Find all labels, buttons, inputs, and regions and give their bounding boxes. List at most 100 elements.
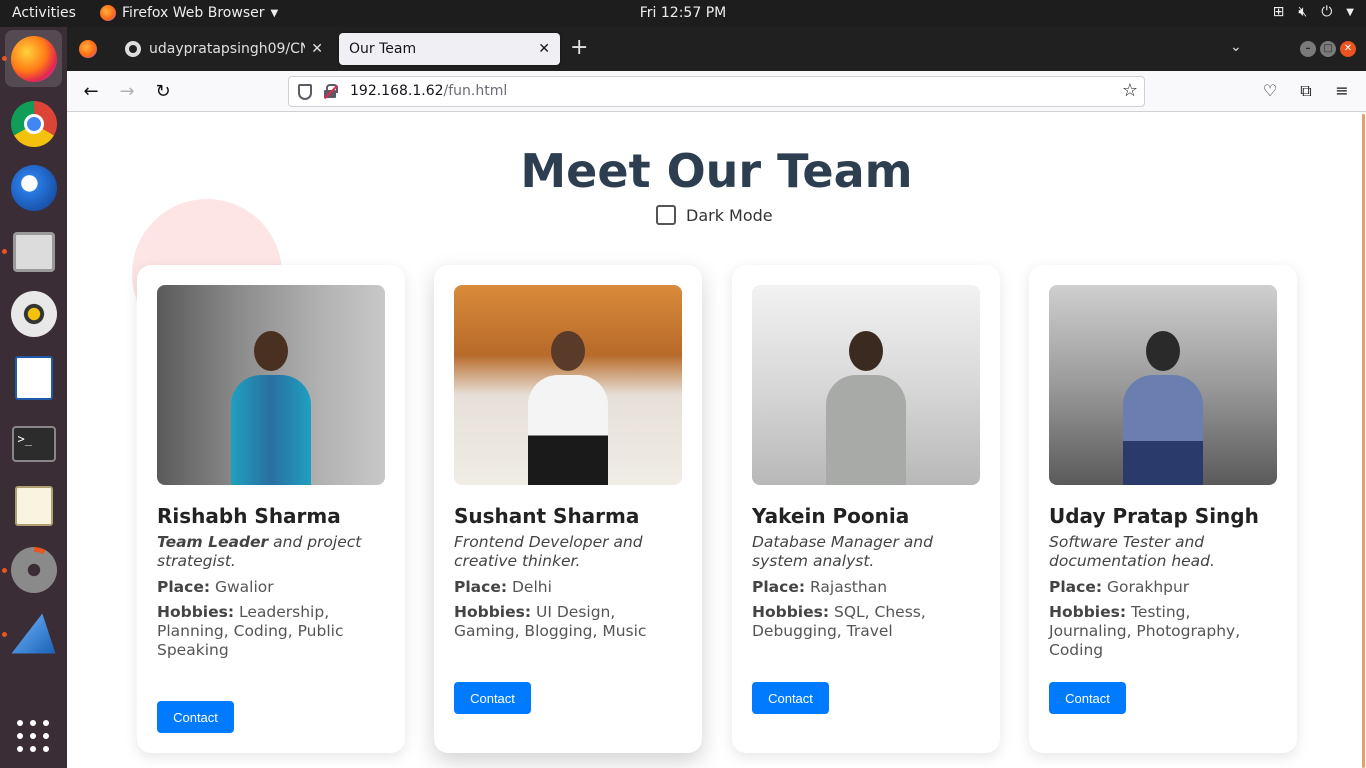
scrollbar-thumb[interactable] [1362,114,1365,768]
place-value: Gorakhpur [1106,578,1190,596]
member-place: Place: Gwalior [157,578,385,597]
terminal-icon: >_ [11,425,56,462]
place-value: Gwalior [214,578,274,596]
dock-text-editor[interactable] [5,477,62,534]
bookmark-star-icon[interactable]: ☆ [1122,80,1138,101]
activities-button[interactable]: Activities [12,5,76,21]
hamburger-menu-icon[interactable]: ≡ [1331,80,1353,102]
team-card-rishabh: Rishabh Sharma Team Leader and project s… [137,265,405,753]
dark-mode-toggle[interactable]: Dark Mode [656,205,773,225]
dock-thunderbird[interactable] [5,159,62,216]
chrome-icon [10,100,57,147]
url-text[interactable]: 192.168.1.62/fun.html [350,83,507,99]
extensions-puzzle-icon[interactable]: ⧉ [1295,80,1317,102]
member-photo [454,285,682,485]
system-tray[interactable]: ⊞ 🔇︎ ⏻ ▼ [1273,4,1354,20]
member-role: Database Manager and system analyst. [752,533,980,571]
minimize-icon[interactable]: – [1300,41,1316,57]
tab-our-team[interactable]: Our Team ✕ [339,33,560,65]
place-value: Delhi [511,578,552,596]
maximize-icon[interactable]: □ [1320,41,1336,57]
show-applications-icon[interactable] [17,720,49,752]
dark-mode-label: Dark Mode [686,205,773,225]
wireshark-fin-icon [11,613,56,654]
contact-button[interactable]: Contact [157,701,234,733]
team-card-uday: Uday Pratap Singh Software Tester and do… [1029,265,1297,753]
caret-down-icon: ▼ [270,7,279,19]
window-close-icon[interactable]: ✕ [1340,41,1356,57]
tab-github[interactable]: udaypratapsingh09/CNS ✕ [115,33,333,65]
dock-firefox[interactable] [5,30,62,87]
place-label: Place: [157,578,211,596]
member-hobbies: Hobbies: UI Design, Gaming, Blogging, Mu… [454,603,682,641]
member-role-text: Database Manager and system analyst. [752,533,933,570]
member-name: Sushant Sharma [454,504,640,528]
member-role-text: Frontend Developer and creative thinker. [454,533,643,570]
member-name: Yakein Poonia [752,504,910,528]
member-place: Place: Delhi [454,578,682,597]
back-arrow-icon[interactable]: ← [79,80,103,104]
tab-bar: udaypratapsingh09/CNS ✕ Our Team ✕ + ⌄ –… [67,27,1366,71]
member-role-bold: Team Leader [157,533,269,551]
app-menu[interactable]: Firefox Web Browser ▼ [100,5,278,21]
settings-gear-icon [10,546,57,593]
contact-button[interactable]: Contact [1049,682,1126,714]
member-photo [752,285,980,485]
reload-icon[interactable]: ↻ [151,80,175,104]
tracking-shield-icon[interactable] [298,84,312,100]
member-role-text: Software Tester and documentation head. [1049,533,1215,570]
member-hobbies: Hobbies: Testing, Journaling, Photograph… [1049,603,1277,660]
rhythmbox-icon [10,290,57,337]
new-tab-plus-icon[interactable]: + [570,37,588,59]
hobbies-label: Hobbies: [454,603,532,621]
clock[interactable]: Fri 12:57 PM [640,5,726,21]
firefox-icon [10,35,57,82]
running-indicator [2,249,7,254]
url-host: 192.168.1.62 [350,83,444,99]
hobbies-label: Hobbies: [157,603,235,621]
dock-wireshark[interactable] [5,605,62,662]
member-place: Place: Rajasthan [752,578,980,597]
member-place: Place: Gorakhpur [1049,578,1277,597]
close-icon[interactable]: ✕ [311,41,323,57]
tab-list-chevron-icon[interactable]: ⌄ [1230,39,1242,55]
team-card-yakein: Yakein Poonia Database Manager and syste… [732,265,1000,753]
page-title: Meet Our Team [520,144,913,198]
contact-button[interactable]: Contact [454,682,531,714]
github-icon [125,41,141,57]
place-value: Rajasthan [809,578,888,596]
ubuntu-dock: >_ [0,27,67,768]
dark-mode-checkbox[interactable] [656,205,676,225]
running-indicator [2,632,7,637]
caret-down-icon: ▼ [1346,6,1354,18]
hobbies-label: Hobbies: [752,603,830,621]
member-hobbies: Hobbies: SQL, Chess, Debugging, Travel [752,603,980,641]
dock-rhythmbox[interactable] [5,285,62,342]
dock-files[interactable] [5,223,62,280]
power-icon: ⏻ [1321,4,1333,20]
hobbies-label: Hobbies: [1049,603,1127,621]
firefox-view-icon[interactable] [79,40,97,58]
contact-button[interactable]: Contact [752,682,829,714]
dock-impress[interactable] [5,349,62,406]
member-role: Team Leader and project strategist. [157,533,385,571]
close-icon[interactable]: ✕ [538,41,550,57]
files-icon [12,231,55,272]
member-role: Frontend Developer and creative thinker. [454,533,682,571]
forward-arrow-icon[interactable]: → [115,80,139,104]
member-photo [157,285,385,485]
dock-settings[interactable] [5,541,62,598]
member-name: Rishabh Sharma [157,504,341,528]
tab-title: udaypratapsingh09/CNS [149,41,306,57]
volume-muted-icon: 🔇︎ [1298,4,1308,20]
notepad-icon [14,485,53,526]
dock-terminal[interactable]: >_ [5,415,62,472]
firefox-small-icon [100,5,116,21]
tab-title: Our Team [349,41,417,57]
url-bar[interactable]: 192.168.1.62/fun.html ☆ [288,76,1145,107]
scrollbar[interactable] [1362,112,1366,768]
pocket-icon[interactable]: ♡ [1259,80,1281,102]
place-label: Place: [752,578,806,596]
team-card-sushant: Sushant Sharma Frontend Developer and cr… [434,265,702,753]
dock-chrome[interactable] [5,95,62,152]
